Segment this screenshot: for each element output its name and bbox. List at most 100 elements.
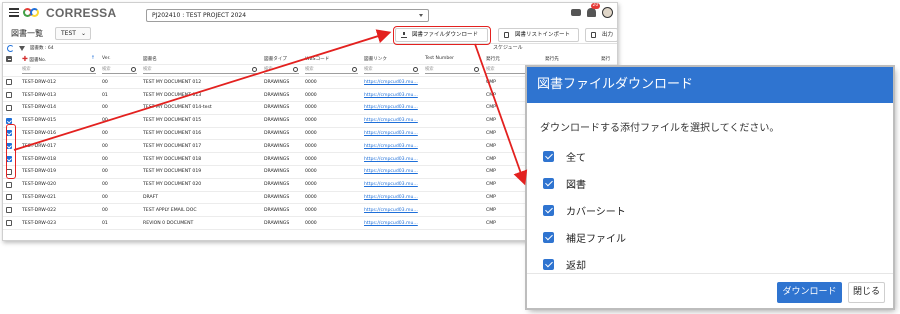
table-cell: TEST-DRW-021 xyxy=(22,195,56,201)
table-row[interactable]: TEST-DRW-014 00 TEST MY DOCUMENT 014-test D… xyxy=(3,101,617,115)
table-row[interactable]: TEST-DRW-021 00 DRAFT DRAWINGS 0000 https://c… xyxy=(3,191,617,205)
table-cell: 00 xyxy=(102,182,108,188)
table-cell: CMP xyxy=(486,92,496,98)
export-button[interactable]: 出力 xyxy=(585,28,617,42)
table-row[interactable]: TEST-DRW-020 00 TEST MY DOCUMENT 020 DRAWIN… xyxy=(3,178,617,192)
document-link[interactable]: https://cmpcud03.mu... xyxy=(364,157,418,162)
document-link[interactable]: https://cmpcud03.mu... xyxy=(364,105,418,110)
table-cell: TEST MY DOCUMENT 016 xyxy=(143,131,202,137)
document-link[interactable]: https://cmpcud03.mu... xyxy=(364,195,418,200)
column-search-input[interactable]: 検索 xyxy=(425,66,480,74)
table-row[interactable]: TEST-DRW-023 01 REVION 0 DOCUMENT DRAWINGS 0… xyxy=(3,216,617,231)
download-button[interactable]: ダウンロード xyxy=(777,282,842,303)
option-checkbox[interactable] xyxy=(543,232,554,243)
download-option[interactable]: 図書 xyxy=(540,170,880,197)
document-icon xyxy=(591,32,596,38)
row-checkbox[interactable] xyxy=(6,91,12,98)
table-cell: DRAWINGS xyxy=(264,131,290,137)
document-link[interactable]: https://cmpcud03.mu... xyxy=(364,118,418,123)
column-header[interactable]: Test Number xyxy=(422,54,483,65)
column-search-input[interactable]: 検索 xyxy=(22,66,96,74)
document-link[interactable]: https://cmpcud03.mu... xyxy=(364,93,418,98)
row-checkbox[interactable] xyxy=(6,219,12,226)
row-checkbox[interactable] xyxy=(6,117,12,124)
document-link[interactable]: https://cmpcud03.mu... xyxy=(364,131,418,136)
column-header[interactable]: 図書No. xyxy=(29,58,46,63)
column-header[interactable]: 発行 xyxy=(598,54,617,65)
table-cell: 0000 xyxy=(305,105,317,111)
avatar[interactable] xyxy=(602,7,613,18)
bell-icon[interactable]: 20 xyxy=(587,3,600,17)
table-cell: CMP xyxy=(486,105,496,111)
column-header[interactable]: 図書タイプ xyxy=(261,54,302,65)
document-link[interactable]: https://cmpcud03.mu... xyxy=(364,80,418,85)
download-option[interactable]: カバーシート xyxy=(540,197,880,224)
row-checkbox[interactable] xyxy=(6,79,12,86)
table-cell: CMP xyxy=(486,131,496,137)
table-cell: 01 xyxy=(102,92,108,98)
document-link[interactable]: https://cmpcud03.mu... xyxy=(364,144,418,149)
document-link[interactable]: https://cmpcud03.mu... xyxy=(364,221,418,226)
table-row[interactable]: TEST-DRW-022 00 TEST APPLY EMAIL DOC DRAWIN… xyxy=(3,203,617,218)
sort-up-icon[interactable]: ↑ xyxy=(91,55,95,61)
table-cell: TEST-DRW-013 xyxy=(22,92,56,98)
highlight-download-button xyxy=(393,26,491,45)
table-row[interactable]: TEST-DRW-018 00 TEST MY DOCUMENT 018 DRAWIN… xyxy=(3,152,617,167)
column-header[interactable]: 発行元 xyxy=(483,54,542,65)
option-label: カバーシート xyxy=(566,207,626,218)
table-row[interactable]: TEST-DRW-012 00 TEST MY DOCUMENT 012 DRAWIN… xyxy=(3,76,617,90)
option-checkbox[interactable] xyxy=(543,205,554,216)
table-row[interactable]: TEST-DRW-016 00 TEST MY DOCUMENT 016 DRAWIN… xyxy=(3,127,617,141)
table-row[interactable]: TEST-DRW-017 00 TEST MY DOCUMENT 017 DRAWIN… xyxy=(3,139,617,154)
option-checkbox[interactable] xyxy=(543,259,554,270)
row-checkbox[interactable] xyxy=(6,104,12,111)
refresh-icon[interactable] xyxy=(7,45,14,52)
dialog-body: ダウンロードする添付ファイルを選択してください。 全て 図書 カバーシート 補足ファイ… xyxy=(527,103,893,278)
table-cell: 01 xyxy=(102,220,108,226)
table-row[interactable]: TEST-DRW-013 01 TEST MY DOCUMENT 013 DRAWIN… xyxy=(3,88,617,103)
column-header[interactable]: WBSコード xyxy=(302,54,361,65)
option-checkbox[interactable] xyxy=(543,178,554,189)
hamburger-menu-icon[interactable] xyxy=(9,8,19,17)
project-select[interactable]: PJ202410 : TEST PROJECT 2024 xyxy=(146,9,429,22)
column-header[interactable]: 図書名 xyxy=(140,54,261,65)
filter-select-value: TEST xyxy=(61,30,76,37)
filter-select[interactable]: TEST ⌄ xyxy=(55,27,91,40)
table-cell: TEST MY DOCUMENT 018 xyxy=(143,156,202,162)
schedule-header: スケジュール xyxy=(493,45,523,51)
table-row[interactable]: TEST-DRW-015 00 TEST MY DOCUMENT 015 DRAWIN… xyxy=(3,114,617,128)
column-search-input[interactable]: 検索 xyxy=(305,66,358,74)
document-link[interactable]: https://cmpcud03.mu... xyxy=(364,169,418,174)
table-cell: DRAWINGS xyxy=(264,182,290,188)
select-all-checkbox[interactable] xyxy=(6,55,12,62)
row-checkbox[interactable] xyxy=(6,207,12,214)
download-option[interactable]: 補足ファイル xyxy=(540,224,880,251)
column-header[interactable]: 図書リンク xyxy=(361,54,422,65)
table-row[interactable]: TEST-DRW-019 00 TEST MY DOCUMENT 019 DRAWIN… xyxy=(3,165,617,179)
logo-text: CORRESSA xyxy=(46,6,117,20)
option-label: 図書 xyxy=(566,180,586,191)
column-header[interactable]: 発行先 xyxy=(542,54,598,65)
row-checkbox[interactable] xyxy=(6,181,12,188)
option-label: 補足ファイル xyxy=(566,234,626,245)
column-search-input[interactable]: 検索 xyxy=(143,66,258,74)
option-checkbox[interactable] xyxy=(543,151,554,162)
table-cell: 0000 xyxy=(305,169,317,175)
download-dialog: 図書ファイルダウンロード ダウンロードする添付ファイルを選択してください。 全て… xyxy=(527,67,893,308)
column-search-input[interactable]: 検索 xyxy=(102,66,137,74)
close-button[interactable]: 閉じる xyxy=(848,282,885,303)
add-icon[interactable]: ✚ xyxy=(22,55,28,63)
download-option[interactable]: 全て xyxy=(540,143,880,170)
table-cell: 00 xyxy=(102,143,108,149)
column-search-input[interactable]: 検索 xyxy=(364,66,419,74)
row-checkbox[interactable] xyxy=(6,194,12,201)
document-link[interactable]: https://cmpcud03.mu... xyxy=(364,208,418,213)
column-search-input[interactable]: 検索 xyxy=(264,66,299,74)
document-link[interactable]: https://cmpcud03.mu... xyxy=(364,182,418,187)
filter-icon[interactable] xyxy=(19,46,25,51)
table-cell: 0000 xyxy=(305,143,317,149)
import-list-button[interactable]: 図書リストインポート xyxy=(498,28,579,42)
column-header[interactable]: Ver. xyxy=(99,54,140,65)
document-icon xyxy=(504,32,509,38)
camera-icon[interactable] xyxy=(571,9,581,16)
